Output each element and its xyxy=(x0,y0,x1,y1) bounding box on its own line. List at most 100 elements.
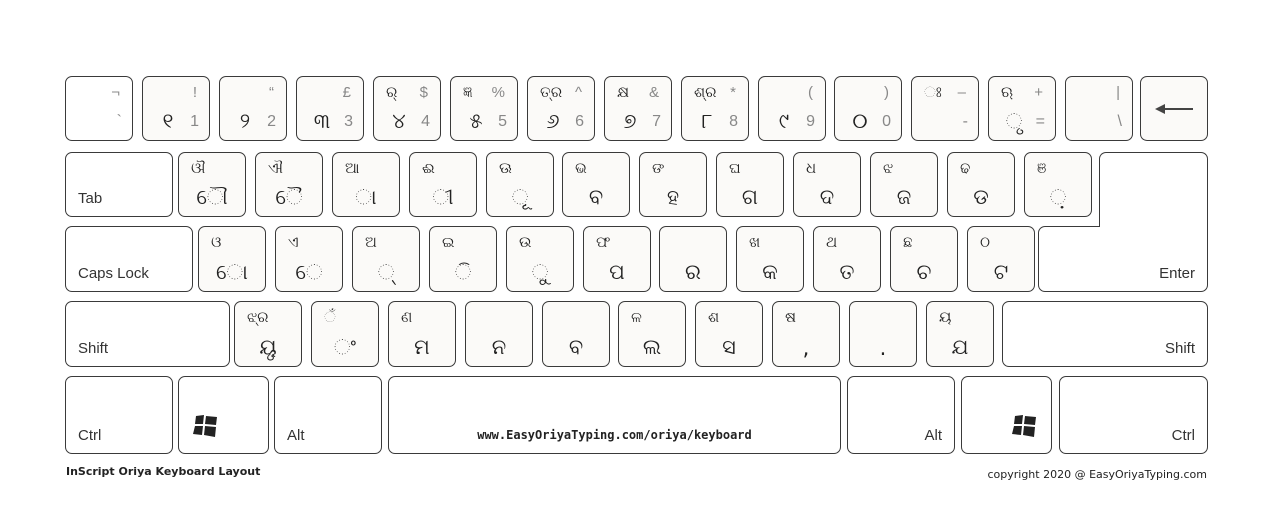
backspace-key[interactable] xyxy=(1140,76,1208,141)
caps-lock-key[interactable]: Caps Lock xyxy=(65,226,193,292)
key-row2-4[interactable]: ଊୂ xyxy=(486,152,554,217)
key-row1-9[interactable]: ୯ (9 xyxy=(758,76,826,141)
ascii-char: = xyxy=(1035,113,1045,130)
key-row1-11[interactable]: ଃ – - xyxy=(911,76,979,141)
key-row2-8[interactable]: ଧଦ xyxy=(793,152,861,217)
shift-char: ଧ xyxy=(806,159,817,177)
key-row1-7[interactable]: କ୍ଷ ୭ & 7 xyxy=(604,76,672,141)
shift-char: ଃ xyxy=(924,83,942,101)
key-row1-3[interactable]: ୩ £3 xyxy=(296,76,364,141)
key-row3-5[interactable]: ଫପ xyxy=(583,226,651,292)
key-row4-9[interactable]: ୟଯ xyxy=(926,301,994,367)
key-row4-2[interactable]: ଣମ xyxy=(388,301,456,367)
enter-key[interactable] xyxy=(1099,152,1208,227)
shift-char: ତ୍ର xyxy=(540,83,563,101)
main-char: ପ xyxy=(609,260,625,284)
key-row3-3[interactable]: ଇି xyxy=(429,226,497,292)
key-row1-6[interactable]: ତ୍ର ୬ ^ 6 xyxy=(527,76,595,141)
ctrl-right-key[interactable]: Ctrl xyxy=(1059,376,1208,454)
key-row1-4[interactable]: ର୍ ୪ $4 xyxy=(373,76,441,141)
key-row4-3[interactable]: ନ xyxy=(465,301,533,367)
alt-right-key[interactable]: Alt xyxy=(847,376,955,454)
shift-char: ଠ xyxy=(980,233,991,251)
shift-char: ଙ xyxy=(652,159,665,177)
ctrl-left-key[interactable]: Ctrl xyxy=(65,376,173,454)
key-row1-0[interactable]: ¬ ` xyxy=(65,76,133,141)
tab-key[interactable]: Tab xyxy=(65,152,173,217)
key-row2-10[interactable]: ଢଡ xyxy=(947,152,1015,217)
key-row2-11[interactable]: ଞ଼ xyxy=(1024,152,1092,217)
key-row1-8[interactable]: ଶ୍ର ୮ * 8 xyxy=(681,76,749,141)
key-row1-2[interactable]: ୨ “ 2 xyxy=(219,76,287,141)
shift-char: ଶ୍ର xyxy=(694,83,717,101)
key-row4-4[interactable]: ବ xyxy=(542,301,610,367)
key-row3-0[interactable]: ଓୋ xyxy=(198,226,266,292)
key-row3-10[interactable]: ଠଟ xyxy=(967,226,1035,292)
ascii-char: 8 xyxy=(729,113,738,130)
main-char: ୯ xyxy=(778,109,790,133)
main-char: ୟୃ xyxy=(259,335,277,359)
main-char: ୁ xyxy=(531,260,549,284)
alt-left-key[interactable]: Alt xyxy=(274,376,382,454)
key-row1-1[interactable]: ୧! 1 xyxy=(142,76,210,141)
symbol-char: $ xyxy=(419,84,428,101)
key-row1-5[interactable]: ଜ୍ଞ ୫% 5 xyxy=(450,76,518,141)
key-row2-6[interactable]: ଙହ xyxy=(639,152,707,217)
symbol-char: £ xyxy=(342,84,351,101)
shift-left-key[interactable]: Shift xyxy=(65,301,230,367)
ascii-char: - xyxy=(962,113,968,130)
ascii-char: 4 xyxy=(421,113,430,130)
key-row2-2[interactable]: ଆା xyxy=(332,152,400,217)
key-row2-9[interactable]: ଝଜ xyxy=(870,152,938,217)
symbol-char: ^ xyxy=(574,84,582,101)
key-row2-5[interactable]: ଭବ xyxy=(562,152,630,217)
main-char: ୬ xyxy=(546,109,560,133)
key-row1-13[interactable]: | \ xyxy=(1065,76,1133,141)
shift-char: ଷ xyxy=(785,308,797,326)
windows-logo-icon xyxy=(193,415,217,437)
key-row4-8[interactable]: . xyxy=(849,301,917,367)
key-row2-7[interactable]: ଘଗ xyxy=(716,152,784,217)
key-row2-3[interactable]: ଈୀ xyxy=(409,152,477,217)
shift-char: ଣ xyxy=(401,308,413,326)
key-row3-1[interactable]: ଏେ xyxy=(275,226,343,292)
enter-key[interactable]: Enter xyxy=(1038,226,1208,292)
shift-char: ୟ xyxy=(939,308,952,326)
key-label: Caps Lock xyxy=(78,265,149,282)
key-row3-8[interactable]: ଥତ xyxy=(813,226,881,292)
ascii-char: 5 xyxy=(498,113,507,130)
main-char: ୧ xyxy=(162,109,174,133)
key-row3-7[interactable]: ଖକ xyxy=(736,226,804,292)
key-row2-0[interactable]: ଔୌ xyxy=(178,152,246,217)
windows-left-key[interactable] xyxy=(178,376,269,454)
key-row4-7[interactable]: ଷ, xyxy=(772,301,840,367)
key-row1-12[interactable]: ଋୃ + = xyxy=(988,76,1056,141)
key-label: Enter xyxy=(1159,265,1195,282)
key-row2-1[interactable]: ଐୈ xyxy=(255,152,323,217)
main-char: . xyxy=(879,336,887,360)
shift-char: ଔ xyxy=(191,159,206,177)
shift-char: ଫ xyxy=(596,233,611,251)
key-row3-9[interactable]: ଛଚ xyxy=(890,226,958,292)
key-row4-1[interactable]: ଁଂ xyxy=(311,301,379,367)
main-char: ଲ xyxy=(642,335,662,359)
key-row1-10[interactable]: ୦) 0 xyxy=(834,76,902,141)
symbol-char: “ xyxy=(269,84,274,101)
key-row4-0[interactable]: ଝ୍ର ୟୃ xyxy=(234,301,302,367)
shift-char: ଝ xyxy=(883,159,894,177)
key-label: Tab xyxy=(78,190,103,207)
key-row4-5[interactable]: ଳଲ xyxy=(618,301,686,367)
shift-right-key[interactable]: Shift xyxy=(1002,301,1208,367)
key-row3-4[interactable]: ଉୁ xyxy=(506,226,574,292)
shift-char: ଅ xyxy=(365,233,377,251)
shift-char: ଛ xyxy=(903,233,913,251)
key-row4-6[interactable]: ଶସ xyxy=(695,301,763,367)
main-char: ୋ xyxy=(216,260,248,284)
windows-right-key[interactable] xyxy=(961,376,1052,454)
space-key[interactable]: www.EasyOriyaTyping.com/oriya/keyboard xyxy=(388,376,841,454)
symbol-char: – xyxy=(957,84,966,101)
main-char: ୨ xyxy=(239,109,251,133)
key-row3-6[interactable]: ର xyxy=(659,226,727,292)
main-char: ଼ xyxy=(1049,185,1067,209)
key-row3-2[interactable]: ଅ୍ xyxy=(352,226,420,292)
